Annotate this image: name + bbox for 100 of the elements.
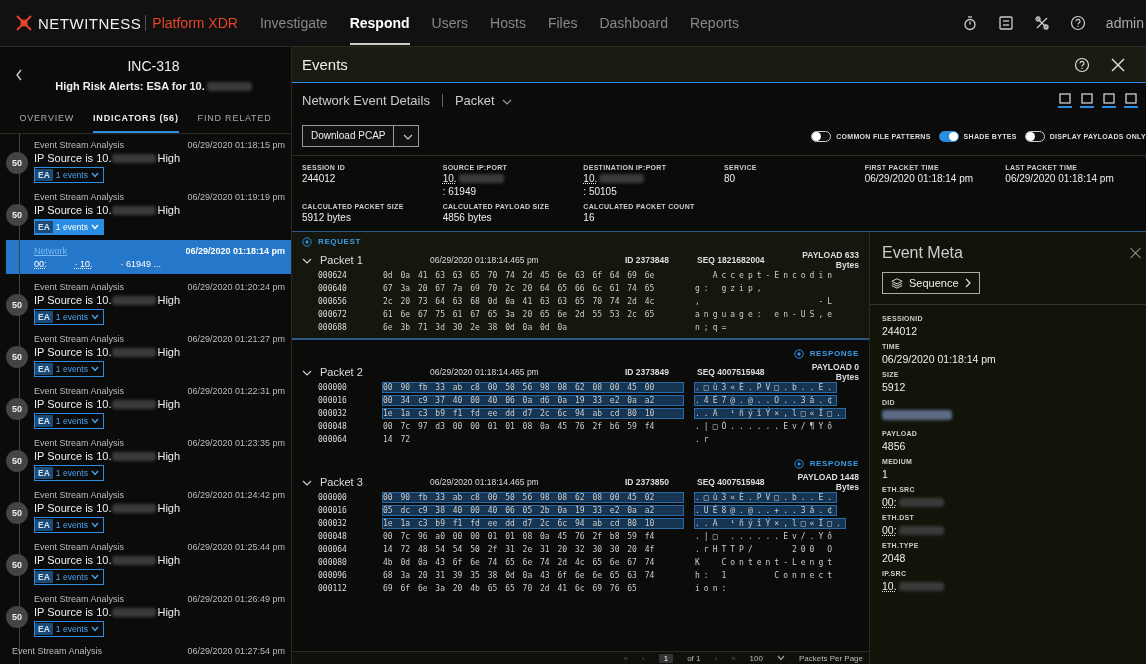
severity-label: High — [157, 346, 181, 358]
events-dropdown[interactable]: EA 1 events — [34, 361, 104, 377]
tools-icon[interactable] — [1033, 15, 1050, 31]
indicator-item[interactable]: 50 Event Stream Analysis 06/29/2020 01:26:49 pm IP Source is 10. High EA 1 events — [0, 590, 291, 642]
summary-value: 244012 — [302, 173, 337, 184]
nav-tab[interactable]: Hosts — [490, 1, 526, 45]
ascii-text: K Content-Lengt — [695, 558, 837, 567]
indicator-time: 06/29/2020 01:23:35 pm — [187, 438, 285, 448]
user-menu[interactable]: admin — [1105, 15, 1144, 31]
indicator-source: Event Stream Analysis — [34, 490, 125, 500]
indicator-source: Event Stream Analysis — [34, 140, 125, 150]
packet-title[interactable]: Packet 3 — [302, 476, 430, 488]
events-dropdown[interactable]: EA 1 events — [34, 309, 104, 325]
indicator-item[interactable]: 50 Event Stream Analysis 06/29/2020 01:25:44 pm IP Source is 10. High EA 1 events — [0, 538, 291, 590]
events-dropdown[interactable]: EA 1 events — [34, 569, 104, 585]
hex-bytes: 68 3a 20 31 39 35 38 0d 0a 43 6f 6e 6e 65 63 74 — [383, 571, 656, 580]
direction-icon — [302, 236, 312, 247]
layout-icon[interactable] — [1058, 92, 1072, 108]
packet-seq: SEQ 4007515948 — [697, 477, 766, 487]
packet-title[interactable]: Packet 2 — [302, 366, 430, 378]
summary-value: 5912 bytes — [302, 212, 352, 223]
indicator-item[interactable]: Event Stream Analysis 06/29/2020 01:27:54 pm — [0, 642, 291, 664]
toggle-switch[interactable] — [938, 130, 959, 142]
indicator-source: Event Stream Analysis — [34, 594, 125, 604]
events-dropdown[interactable]: EA 1 events — [34, 517, 104, 533]
layout-icon[interactable] — [1102, 92, 1116, 108]
help-icon[interactable] — [1069, 15, 1086, 31]
indicator-item[interactable]: 50 Event Stream Analysis 06/29/2020 01:22:31 pm IP Source is 10. High EA 1 events — [0, 382, 291, 434]
indicator-item[interactable]: 50 Event Stream Analysis 06/29/2020 01:19:19 pm IP Source is 10. High EA 1 events — [0, 188, 291, 240]
event-port: · 61949 ... — [120, 259, 162, 269]
close-icon[interactable] — [1110, 56, 1126, 73]
nav-tab[interactable]: Files — [547, 1, 578, 45]
ascii-text: .ÜÉ8@.@..+..3â.¢ — [695, 506, 837, 515]
indicator-text: IP Source is 10. — [34, 204, 112, 216]
events-dropdown[interactable]: EA 1 events — [34, 413, 104, 429]
nav-tab[interactable]: Users — [431, 1, 469, 45]
page-input[interactable]: 1 — [658, 653, 674, 663]
ascii-text: .|□ ......Ev/.Yô — [695, 532, 837, 541]
panel-tab[interactable]: INDICATORS (56) — [93, 113, 179, 133]
view-dropdown[interactable]: Packet — [454, 92, 513, 108]
summary-port: : 61949 — [442, 186, 478, 197]
nav-tab[interactable]: Investigate — [259, 1, 328, 45]
byte-offset: 000032 — [317, 409, 348, 418]
events-dropdown[interactable]: EA 1 events — [34, 465, 104, 481]
caret-icon — [90, 366, 99, 372]
page-size-dropdown[interactable]: 100 — [749, 653, 763, 663]
ascii-text: .□û3«È.PV□.b..E. — [695, 493, 837, 502]
severity-label: High — [157, 204, 181, 216]
chevron-right-icon — [964, 278, 971, 288]
caret-icon — [90, 522, 99, 528]
toggle-switch[interactable] — [811, 130, 832, 142]
meta-value: 5912 — [882, 381, 907, 393]
indicator-time: 06/29/2020 01:18:15 pm — [187, 140, 285, 150]
event-item[interactable]: Network 06/29/2020 01:18:14 pm 00: · 10. · 61949 ... — [6, 240, 291, 274]
indicator-item[interactable]: 50 Event Stream Analysis 06/29/2020 01:24:42 pm IP Source is 10. High EA 1 events — [0, 486, 291, 538]
toggle-switch[interactable] — [1024, 130, 1045, 142]
sliders-icon[interactable] — [997, 15, 1014, 31]
layout-icon[interactable] — [1080, 92, 1094, 108]
sequence-button[interactable]: Sequence — [882, 272, 980, 294]
byte-offset: 000064 — [317, 545, 348, 554]
events-dropdown[interactable]: EA 1 events — [34, 621, 104, 637]
back-icon[interactable] — [14, 68, 24, 82]
help-icon[interactable] — [1074, 56, 1090, 73]
product-name: Platform XDR — [145, 15, 238, 31]
hex-bytes: 0d 0a 41 63 63 65 70 74 2d 45 6e 63 6f 64 69 6e — [383, 271, 656, 280]
indicator-item[interactable]: 50 Event Stream Analysis 06/29/2020 01:23:35 pm IP Source is 10. High EA 1 events — [0, 434, 291, 486]
indicator-item[interactable]: 50 Event Stream Analysis 06/29/2020 01:18:15 pm IP Source is 10. High EA 1 events — [0, 136, 291, 188]
meta-value: 4856 — [882, 440, 907, 452]
caret-icon[interactable] — [403, 134, 414, 140]
events-dropdown[interactable]: EA 1 events — [34, 219, 104, 235]
nav-tab[interactable]: Reports — [689, 1, 739, 45]
panel-title: Event Meta — [882, 244, 963, 262]
caret-icon — [90, 172, 99, 178]
byte-offset: 000656 — [317, 297, 348, 306]
nav-tab[interactable]: Respond — [349, 1, 410, 45]
severity-label: High — [157, 294, 181, 306]
indicator-source: Event Stream Analysis — [34, 438, 125, 448]
nav-tab[interactable]: Dashboard — [599, 1, 668, 45]
packet-id: ID 2373848 — [625, 255, 670, 265]
ascii-text: .|□Ó......Ev/¶Yô — [695, 422, 837, 431]
timer-icon[interactable] — [961, 15, 978, 31]
caret-icon — [90, 626, 99, 632]
indicator-item[interactable]: 50 Event Stream Analysis 06/29/2020 01:20:24 pm IP Source is 10. High EA 1 events — [0, 278, 291, 330]
severity-label: High — [157, 398, 181, 410]
caret-icon — [90, 574, 99, 580]
panel-tab[interactable]: FIND RELATED — [197, 113, 272, 133]
indicator-source: Event Stream Analysis — [34, 192, 125, 202]
indicator-item[interactable]: 50 Event Stream Analysis 06/29/2020 01:21:27 pm IP Source is 10. High EA 1 events — [0, 330, 291, 382]
indicator-source: Event Stream Analysis — [34, 334, 125, 344]
caret-icon[interactable] — [776, 655, 785, 661]
hex-bytes: 14 72 — [383, 435, 412, 444]
byte-offset: 000000 — [317, 493, 348, 502]
byte-offset: 000016 — [317, 506, 348, 515]
ascii-text: .r — [695, 435, 713, 444]
packet-title[interactable]: Packet 1 — [302, 254, 430, 266]
download-button[interactable]: Download PCAP — [302, 125, 420, 147]
layout-icon[interactable] — [1124, 92, 1138, 108]
panel-tab[interactable]: OVERVIEW — [19, 113, 75, 133]
events-dropdown[interactable]: EA 1 events — [34, 167, 104, 183]
hex-bytes: 05 dc c9 38 40 00 40 06 05 2b 0a 19 33 e2 0a a2 — [383, 506, 683, 515]
